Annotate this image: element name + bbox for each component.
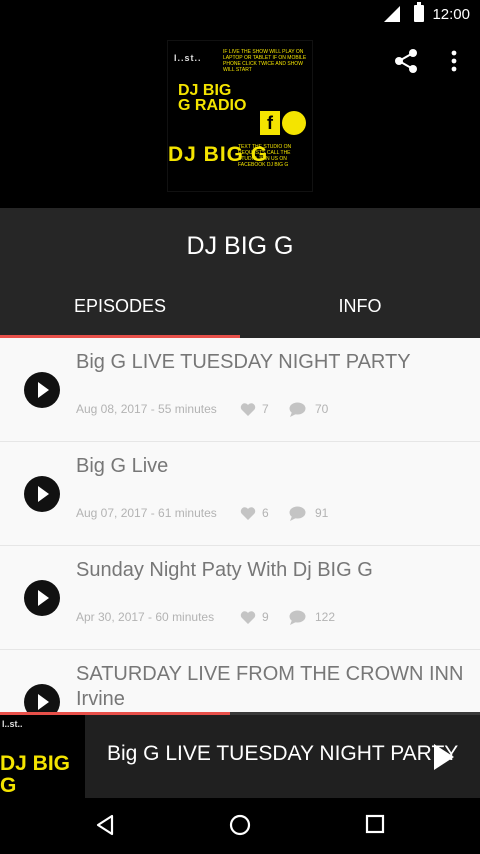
- thumb-mark: I..st..: [2, 719, 23, 729]
- play-icon[interactable]: [24, 580, 60, 616]
- episode-meta: Aug 07, 2017 - 61 minutes: [76, 506, 217, 520]
- comment-count: 122: [315, 610, 336, 624]
- episode-title: Big G Live: [76, 455, 169, 477]
- cover-badge-icon: [282, 111, 306, 135]
- comment-count: 70: [315, 402, 329, 416]
- podcast-cover-art: I..st.. IF LIVE THE SHOW WILL PLAY ON LA…: [167, 40, 313, 192]
- comment-icon: [289, 610, 306, 625]
- battery-icon: [414, 2, 424, 22]
- episode-title: Big G LIVE TUESDAY NIGHT PARTY: [76, 351, 411, 373]
- heart-icon: [240, 507, 256, 520]
- heart-icon: [240, 403, 256, 416]
- like-count: 6: [262, 506, 269, 520]
- page-title: DJ BIG G: [186, 232, 294, 260]
- play-icon[interactable]: [24, 476, 60, 512]
- episode-title: SATURDAY LIVE FROM THE CROWN INN Irvine: [76, 663, 464, 710]
- recents-icon[interactable]: [365, 814, 385, 834]
- share-icon[interactable]: [393, 48, 419, 74]
- thumb-text: DJ BIG G RADIO: [0, 752, 71, 799]
- episode-title: Sunday Night Paty With Dj BIG G: [76, 559, 373, 581]
- status-bar: 12:00: [0, 0, 480, 28]
- title-bar: DJ BIG G EPISODES INFO: [0, 208, 480, 338]
- cover-promo-text-2: TEXT THE STUDIO ON REQUESTS CALL THE STU…: [238, 144, 292, 168]
- heart-icon: [240, 611, 256, 624]
- player-title: Big G LIVE TUESDAY NIGHT PARTY: [107, 742, 459, 765]
- episode-item[interactable]: Big G LIVE TUESDAY NIGHT PARTY Aug 08, 2…: [0, 338, 480, 442]
- episode-item[interactable]: SATURDAY LIVE FROM THE CROWN INN Irvine: [0, 650, 480, 714]
- cover-promo-text: IF LIVE THE SHOW WILL PLAY ON LAPTOP OR …: [223, 49, 307, 73]
- player-thumbnail: I..st.. DJ BIG G RADIO: [0, 715, 85, 798]
- back-icon[interactable]: [94, 814, 116, 836]
- comment-count: 91: [315, 506, 329, 520]
- episode-meta: Apr 30, 2017 - 60 minutes: [76, 610, 215, 624]
- signal-icon: [384, 6, 400, 22]
- mini-player[interactable]: I..st.. DJ BIG G RADIO Big G LIVE TUESDA…: [0, 712, 480, 798]
- like-count: 7: [262, 402, 269, 416]
- tab-episodes[interactable]: EPISODES: [0, 296, 240, 317]
- play-icon[interactable]: [434, 744, 454, 770]
- cover-mark: I..st..: [174, 53, 202, 63]
- play-icon[interactable]: [24, 684, 60, 714]
- episode-meta: Aug 08, 2017 - 55 minutes: [76, 402, 217, 416]
- episode-item[interactable]: Sunday Night Paty With Dj BIG G Apr 30, …: [0, 546, 480, 650]
- status-time: 12:00: [432, 6, 470, 23]
- like-count: 9: [262, 610, 269, 624]
- play-icon[interactable]: [24, 372, 60, 408]
- facebook-icon: f: [260, 111, 280, 135]
- more-vert-icon[interactable]: [446, 49, 462, 73]
- cover-title: DJ BIG G RADIO: [178, 82, 247, 114]
- tab-info[interactable]: INFO: [240, 296, 480, 317]
- system-nav-bar: [0, 798, 480, 854]
- episode-item[interactable]: Big G Live Aug 07, 2017 - 61 minutes 6 9…: [0, 442, 480, 546]
- comment-icon: [289, 402, 306, 417]
- episode-list[interactable]: Big G LIVE TUESDAY NIGHT PARTY Aug 08, 2…: [0, 338, 480, 714]
- comment-icon: [289, 506, 306, 521]
- home-icon[interactable]: [229, 814, 251, 836]
